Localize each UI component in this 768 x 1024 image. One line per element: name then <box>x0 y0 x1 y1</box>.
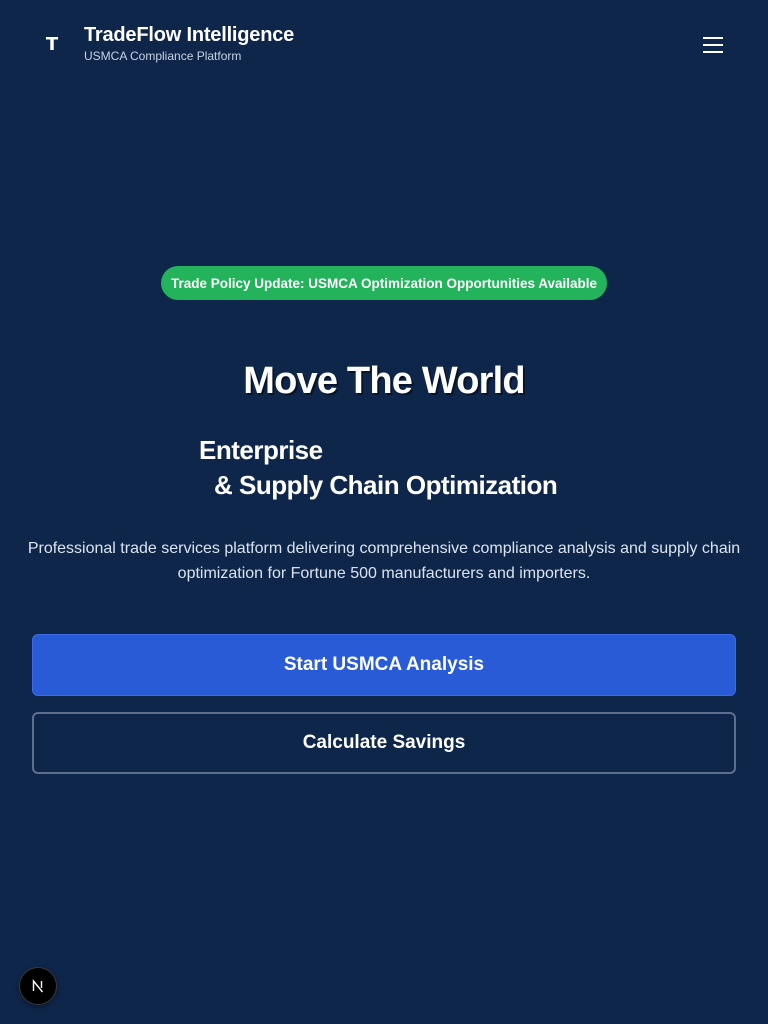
hero-subtitle-line-1: Enterprise <box>199 435 323 465</box>
site-header: T TradeFlow Intelligence USMCA Complianc… <box>0 0 768 88</box>
hero-description: Professional trade services platform del… <box>27 540 741 582</box>
brand-name[interactable]: TradeFlow Intelligence <box>84 24 294 47</box>
hamburger-menu-icon <box>703 37 723 53</box>
dev-indicator-button[interactable] <box>19 967 57 1005</box>
hero-subtitle-line-2: & Supply Chain Optimization <box>214 470 558 500</box>
brand-subtitle: USMCA Compliance Platform <box>84 49 242 63</box>
hero-title: Move The World <box>243 360 525 402</box>
landing-page: T TradeFlow Intelligence USMCA Complianc… <box>0 0 768 1024</box>
start-usmca-analysis-button[interactable]: Start USMCA Analysis <box>32 634 736 696</box>
logo-icon[interactable]: T <box>40 32 64 56</box>
nextjs-logo-icon <box>32 979 44 993</box>
calculate-savings-button[interactable]: Calculate Savings <box>32 712 736 774</box>
policy-update-badge[interactable]: Trade Policy Update: USMCA Optimization … <box>161 266 607 300</box>
menu-button[interactable] <box>698 30 728 60</box>
